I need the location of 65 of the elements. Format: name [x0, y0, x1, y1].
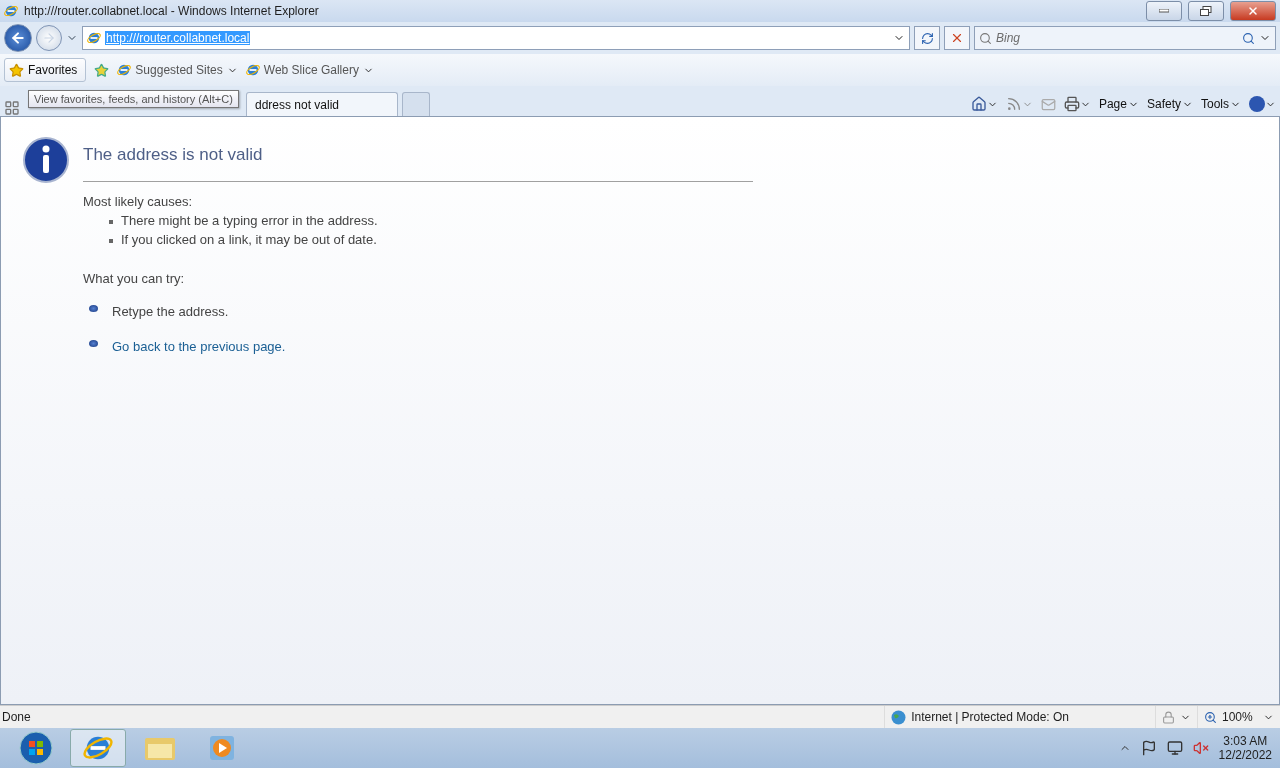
lock-icon[interactable]	[1162, 710, 1175, 724]
restore-icon	[1200, 6, 1212, 16]
forward-arrow-icon	[42, 31, 56, 45]
ie-icon	[87, 31, 101, 45]
ie-icon	[4, 4, 18, 18]
print-button[interactable]	[1063, 96, 1091, 112]
cause-text: There might be a typing error in the address.	[121, 213, 378, 228]
favorites-button[interactable]: Favorites	[4, 58, 87, 82]
command-menu[interactable]: Page	[1098, 97, 1139, 111]
rss-icon	[1005, 96, 1022, 112]
bullet-icon	[89, 305, 98, 312]
network-icon[interactable]	[1166, 740, 1183, 756]
clock[interactable]: 3:03 AM 12/2/2022	[1218, 734, 1272, 762]
close-button[interactable]	[1230, 1, 1276, 21]
section-heading: Most likely causes:	[83, 194, 194, 209]
windows-logo-icon	[19, 731, 53, 765]
forward-button[interactable]	[36, 25, 62, 51]
close-icon	[1247, 5, 1259, 17]
ie-icon	[117, 63, 132, 77]
back-link[interactable]: Go back to the previous page.	[112, 339, 286, 354]
browser-taskbar-button[interactable]	[70, 729, 126, 767]
window-title: http:///router.collabnet.local - Windows Internet Explorer	[24, 4, 320, 18]
command-menu[interactable]: Safety	[1146, 97, 1193, 111]
muted-speaker-icon[interactable]	[1192, 740, 1209, 756]
bullet-icon	[89, 340, 98, 347]
zoom-icon	[1204, 710, 1217, 724]
globe-icon	[891, 709, 907, 725]
quick-tabs-button[interactable]	[4, 100, 20, 116]
play-icon	[208, 734, 236, 762]
command-menu[interactable]: Tools	[1201, 97, 1241, 111]
browser-tab[interactable]: ddress not valid	[246, 92, 398, 116]
error-title: The address is not valid	[83, 145, 753, 182]
add-favorite-icon[interactable]	[94, 62, 110, 78]
info-icon	[23, 137, 69, 183]
home-button[interactable]	[970, 96, 998, 112]
feeds-button[interactable]	[1005, 96, 1033, 112]
mail-button[interactable]	[1040, 96, 1056, 112]
favorites-link[interactable]: Web Slice Gallery	[245, 63, 374, 77]
grid-icon	[4, 100, 20, 116]
flag-icon[interactable]	[1140, 740, 1157, 756]
home-icon	[970, 96, 987, 112]
bullet-icon	[109, 239, 113, 243]
back-button[interactable]	[4, 24, 32, 52]
suggestion-text: Retype the address.	[112, 304, 229, 319]
search-icon	[979, 31, 992, 45]
restore-button[interactable]	[1188, 1, 1224, 21]
minimize-icon	[1159, 9, 1169, 13]
refresh-icon	[920, 31, 934, 45]
refresh-button[interactable]	[914, 26, 940, 50]
star-icon	[9, 62, 24, 78]
bullet-icon	[109, 220, 113, 224]
section-heading: What you can try:	[83, 271, 186, 286]
printer-icon	[1063, 96, 1080, 112]
status-text: Done	[1, 710, 32, 724]
cause-text: If you clicked on a link, it may be out of date.	[121, 232, 377, 247]
favorites-link[interactable]: Suggested Sites	[117, 63, 238, 77]
stop-icon	[950, 31, 964, 45]
tooltip: View favorites, feeds, and history (Alt+C)	[28, 90, 239, 108]
search-icon[interactable]	[1242, 31, 1255, 45]
minimize-button[interactable]	[1146, 1, 1182, 21]
help-button[interactable]	[1249, 96, 1276, 112]
search-field[interactable]: Bing	[974, 26, 1276, 50]
mail-icon	[1040, 96, 1056, 112]
ie-icon	[245, 63, 260, 77]
stop-button[interactable]	[944, 26, 970, 50]
